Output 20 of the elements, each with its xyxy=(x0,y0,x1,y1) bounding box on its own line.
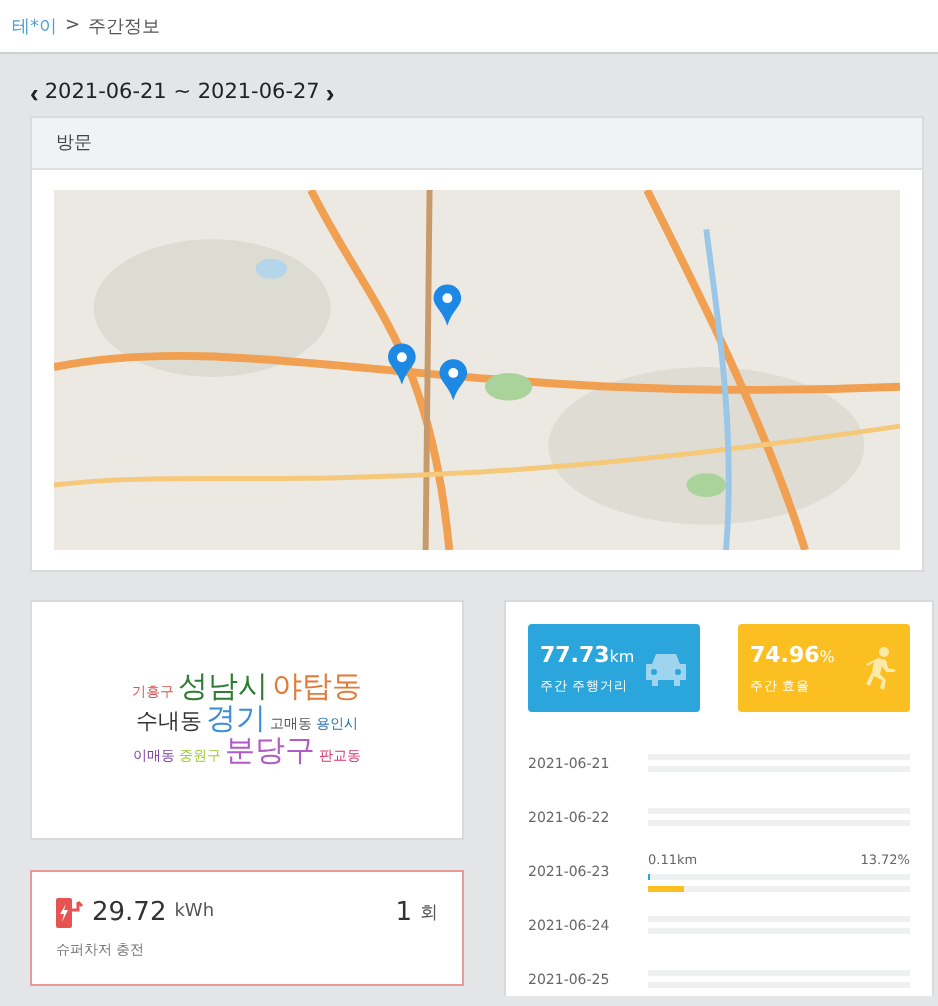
charge-count: 1 xyxy=(395,897,412,927)
breadcrumb-separator: > xyxy=(65,16,81,36)
charger-icon xyxy=(56,897,84,927)
week-range: 2021-06-21 ~ 2021-06-27 xyxy=(44,80,320,104)
page-title: 주간정보 xyxy=(88,15,161,39)
cloud-word: 야탑동 xyxy=(272,672,362,705)
previous-week-button[interactable]: ‹ xyxy=(30,79,39,105)
cloud-word: 경기 xyxy=(206,704,266,736)
count-unit: 회 xyxy=(420,901,438,925)
stat-value: 77.73km xyxy=(540,641,635,667)
car-icon xyxy=(644,650,688,686)
running-person-icon xyxy=(862,646,898,690)
cloud-word: 성남시 xyxy=(178,672,268,705)
card-title: 방문 xyxy=(32,118,922,170)
cloud-word: 수내동 xyxy=(136,710,202,734)
charge-amount: 29.72 xyxy=(92,897,167,927)
next-week-button[interactable]: › xyxy=(325,79,335,105)
charge-unit: kWh xyxy=(174,902,215,922)
cloud-word: 분당구 xyxy=(225,735,315,768)
stat-value: 74.96% xyxy=(750,641,835,667)
